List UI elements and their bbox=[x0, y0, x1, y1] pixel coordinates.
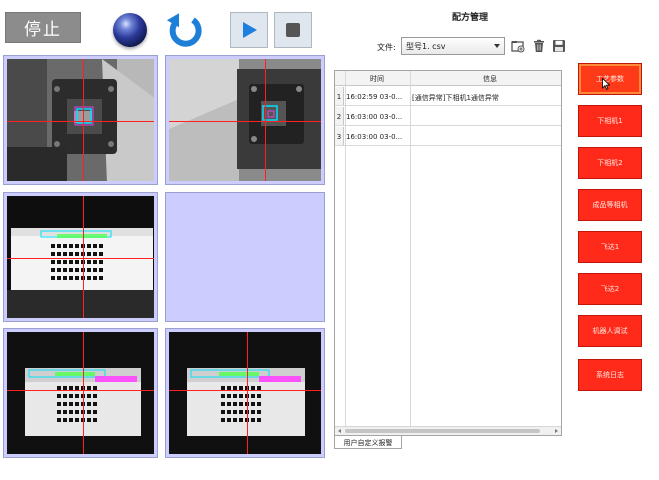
camera-6-scene bbox=[169, 332, 321, 454]
table-row[interactable]: 2 16:03:00 03-0... bbox=[335, 107, 561, 126]
row-time: 16:03:00 03-0... bbox=[346, 113, 403, 121]
stop-button[interactable]: 停止 bbox=[5, 12, 81, 43]
scroll-left-icon[interactable] bbox=[338, 429, 341, 433]
product-camera-button[interactable]: 成品等相机 bbox=[578, 189, 642, 221]
row-time: 16:02:59 03-0... bbox=[346, 93, 403, 101]
camera-view-3[interactable] bbox=[3, 192, 158, 322]
camera-view-4-empty[interactable] bbox=[165, 192, 325, 322]
row-time: 16:03:00 03-0... bbox=[346, 133, 403, 141]
row-message: [通信异常]下相机1通信异常 bbox=[412, 94, 499, 102]
horizontal-scrollbar[interactable] bbox=[335, 426, 561, 435]
stop-square-icon bbox=[286, 23, 300, 37]
camera-image-3 bbox=[7, 196, 154, 318]
recipe-title: 配方管理 bbox=[451, 13, 488, 23]
save-icon[interactable] bbox=[552, 39, 566, 53]
mouse-cursor-icon bbox=[602, 78, 610, 90]
row-number: 2 bbox=[335, 107, 344, 125]
robot-debug-button[interactable]: 机器人调试 bbox=[578, 315, 642, 347]
camera-3-scene bbox=[7, 196, 154, 318]
row-number: 3 bbox=[335, 127, 344, 145]
table-row[interactable]: 1 16:02:59 03-0... [通信异常]下相机1通信异常 bbox=[335, 87, 561, 106]
camera-view-1[interactable] bbox=[3, 55, 158, 185]
camera-view-2[interactable] bbox=[165, 55, 325, 185]
feeder-1-button[interactable]: 飞达1 bbox=[578, 231, 642, 263]
tab-user-alarm[interactable]: 用户自定义报警 bbox=[334, 436, 402, 449]
file-label: 文件: bbox=[377, 43, 396, 52]
camera-view-6[interactable] bbox=[165, 328, 325, 458]
feeder-2-button[interactable]: 飞达2 bbox=[578, 273, 642, 305]
new-file-icon[interactable] bbox=[511, 39, 525, 53]
camera-5-scene bbox=[7, 332, 154, 454]
stop-square-button[interactable] bbox=[274, 12, 312, 48]
camera-image-2 bbox=[169, 59, 321, 181]
camera-2-scene bbox=[169, 59, 321, 181]
scrollbar-thumb[interactable] bbox=[345, 429, 540, 433]
main-window: 停止 配方管理 文件: 型号1. csv 时间 信息 1 16:02:59 03… bbox=[0, 0, 659, 480]
status-ball-icon bbox=[113, 13, 147, 47]
table-header: 时间 信息 bbox=[335, 71, 561, 86]
play-button[interactable] bbox=[230, 12, 268, 48]
lower-camera-1-button[interactable]: 下相机1 bbox=[578, 105, 642, 137]
column-header-message[interactable]: 信息 bbox=[483, 74, 497, 84]
delete-icon[interactable] bbox=[532, 39, 546, 53]
process-params-button[interactable]: 工艺参数 bbox=[578, 63, 642, 95]
table-row[interactable]: 3 16:03:00 03-0... bbox=[335, 127, 561, 146]
camera-image-5 bbox=[7, 332, 154, 454]
column-header-time[interactable]: 时间 bbox=[370, 74, 384, 84]
refresh-button[interactable] bbox=[165, 10, 205, 50]
scroll-right-icon[interactable] bbox=[555, 429, 558, 433]
alarm-table[interactable]: 时间 信息 1 16:02:59 03-0... [通信异常]下相机1通信异常 … bbox=[334, 70, 562, 436]
camera-image-1 bbox=[7, 59, 154, 181]
file-select[interactable]: 型号1. csv bbox=[401, 37, 505, 55]
lower-camera-2-button[interactable]: 下相机2 bbox=[578, 147, 642, 179]
chevron-down-icon bbox=[494, 44, 500, 48]
refresh-icon bbox=[166, 13, 202, 47]
file-select-value: 型号1. csv bbox=[406, 42, 446, 51]
system-log-button[interactable]: 系统日志 bbox=[578, 359, 642, 391]
play-icon bbox=[243, 22, 257, 38]
camera-1-scene bbox=[7, 59, 154, 181]
row-number: 1 bbox=[335, 87, 344, 105]
camera-view-5[interactable] bbox=[3, 328, 158, 458]
camera-image-6 bbox=[169, 332, 321, 454]
